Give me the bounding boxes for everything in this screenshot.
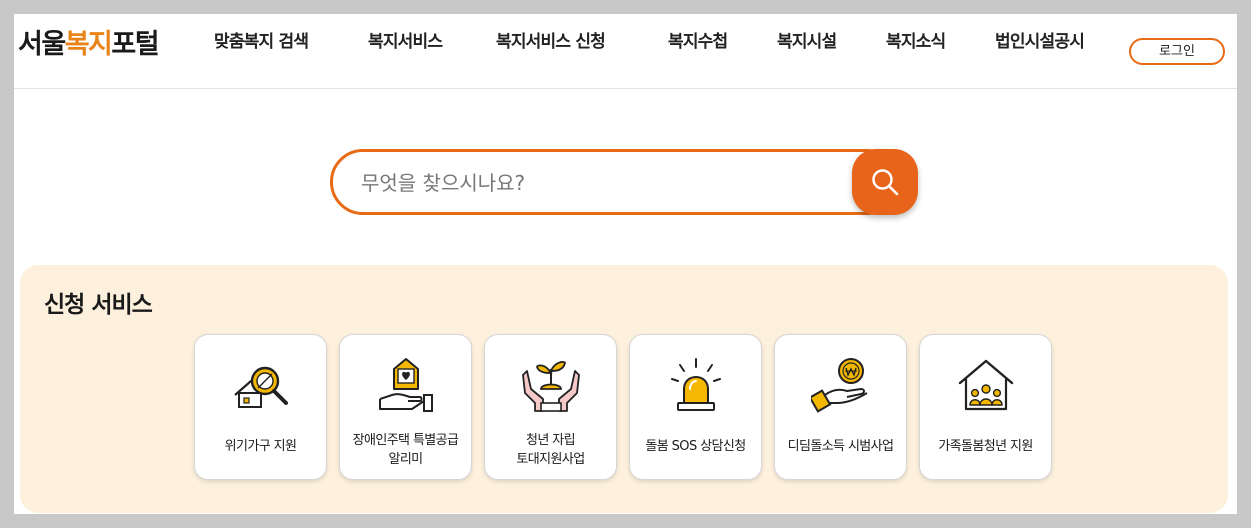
service-card-label: 청년 자립토대지원사업 — [489, 431, 612, 469]
logo-text-2: 복지 — [64, 29, 113, 60]
nav-item-welfare-news[interactable]: 복지소식 — [886, 27, 946, 52]
nav-item-service-apply[interactable]: 복지서비스 신청 — [496, 27, 606, 52]
service-card-label-line1: 청년 자립 — [526, 433, 576, 448]
magnifier-house-icon — [234, 366, 288, 408]
hand-coin-icon — [811, 358, 868, 413]
service-card-label-line2: 알리미 — [388, 452, 423, 467]
nav-item-welfare-facilities[interactable]: 복지시설 — [777, 27, 837, 52]
service-card-label: 디딤돌소득 시범사업 — [787, 439, 894, 454]
service-card-label-line1: 장애인주택 특별공급 — [352, 433, 459, 448]
service-card-label: 돌봄 SOS 상담신청 — [645, 439, 746, 454]
site-logo[interactable]: 서울복지포털 — [18, 22, 160, 61]
service-card-label: 장애인주택 특별공급알리미 — [344, 431, 467, 469]
header: 서울복지포털 맞춤복지 검색 복지서비스 복지서비스 신청 복지수첩 복지시설 … — [14, 14, 1237, 89]
apply-services-panel: 신청 서비스 위기가구 지원 장애인주택 특별공급 알리미 청년 자립 토대지원… — [20, 265, 1228, 513]
search-button[interactable] — [852, 149, 918, 215]
panel-title: 신청 서비스 — [44, 292, 153, 318]
service-card-stepping-stone-income[interactable]: 디딤돌소득 시범사업 — [774, 334, 907, 480]
siren-icon — [671, 358, 721, 411]
logo-text-3: 포털 — [111, 29, 159, 60]
service-card-youth-independence[interactable]: 청년 자립토대지원사업 — [484, 334, 617, 480]
logo-text-1: 서울 — [18, 29, 66, 60]
service-card-label: 위기가구 지원 — [224, 439, 297, 454]
nav-item-corporate-disclosure[interactable]: 법인시설공시 — [995, 27, 1085, 52]
login-button[interactable]: 로그인 — [1129, 38, 1225, 65]
search-area — [330, 149, 918, 215]
service-card-family-care-youth[interactable]: 가족돌봄청년 지원 — [919, 334, 1052, 480]
nav-item-welfare-services[interactable]: 복지서비스 — [368, 27, 443, 52]
hand-house-heart-icon — [379, 358, 433, 412]
nav-item-welfare-notebook[interactable]: 복지수첩 — [668, 27, 728, 52]
search-box — [330, 149, 900, 215]
service-card-crisis-household[interactable]: 위기가구 지원 — [194, 334, 327, 480]
service-card-label: 가족돌봄청년 지원 — [938, 439, 1033, 454]
nav-item-custom-search[interactable]: 맞춤복지 검색 — [214, 27, 309, 52]
service-card-care-sos[interactable]: 돌봄 SOS 상담신청 — [629, 334, 762, 480]
page: 서울복지포털 맞춤복지 검색 복지서비스 복지서비스 신청 복지수첩 복지시설 … — [14, 14, 1237, 514]
search-input[interactable] — [359, 166, 843, 200]
service-card-label-line2: 토대지원사업 — [516, 452, 585, 467]
house-family-icon — [958, 359, 1014, 411]
search-icon — [872, 169, 899, 196]
hands-sprout-icon — [522, 361, 580, 412]
service-card-disabled-housing[interactable]: 장애인주택 특별공급알리미 — [339, 334, 472, 480]
